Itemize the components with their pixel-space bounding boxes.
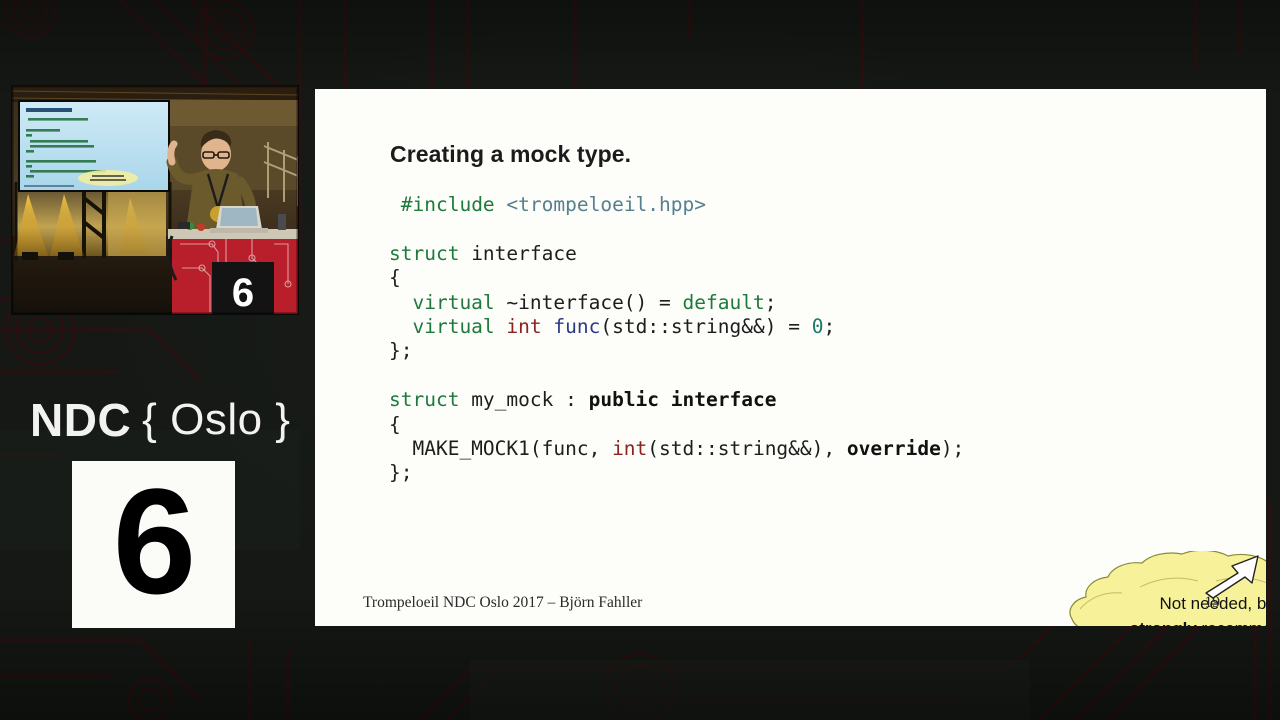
footer-credit: Trompeloeil NDC Oslo 2017 – Björn Fahlle… — [363, 594, 643, 611]
code-token: }; — [389, 339, 413, 363]
conference-stage-photo[interactable]: 6 — [12, 86, 298, 314]
code-token: ~interface() = — [494, 290, 683, 314]
code-block: #include <trompeloeil.hpp> struct interf… — [389, 193, 964, 486]
code-token: { — [389, 266, 401, 290]
cloud-callout: Not needed, but strongly recommended — [1020, 551, 1266, 626]
code-token: }; — [389, 461, 413, 485]
track-number-tile: 6 — [72, 461, 235, 628]
code-token: struct — [389, 388, 460, 412]
screenshot-root: 6 NDC { Oslo } 6 Creating a mock type. #… — [0, 0, 1280, 720]
code-token: int — [612, 436, 648, 460]
code-token: override — [846, 436, 941, 460]
code-token: virtual — [412, 290, 495, 314]
callout-emphasis: strongly — [1130, 619, 1197, 626]
code-token: func — [553, 314, 601, 338]
slide-title: Creating a mock type. — [390, 141, 632, 167]
code-token: default — [682, 290, 765, 314]
code-token: ; — [823, 314, 836, 338]
code-line: struct interface — [389, 242, 964, 266]
callout-line-2: strongly recommended — [1020, 616, 1266, 626]
code-token: public interface — [588, 388, 777, 412]
code-token: (std::string&&) = — [600, 314, 812, 338]
code-token: my_mock : — [459, 388, 589, 412]
slide-footer: Trompeloeil NDC Oslo 2017 – Björn Fahlle… — [363, 594, 1220, 612]
code-token: struct — [389, 241, 460, 265]
track-number: 6 — [112, 456, 196, 625]
ndc-logo-light: { Oslo } — [142, 395, 291, 444]
code-token: 0 — [811, 314, 824, 338]
code-token: ); — [940, 436, 965, 460]
code-line: }; — [389, 339, 964, 363]
code-line: virtual ~interface() = default; — [389, 291, 964, 315]
code-token: virtual — [412, 314, 495, 338]
ndc-oslo-logo: NDC { Oslo } — [30, 392, 290, 448]
code-line: }; — [389, 461, 964, 485]
ndc-logo-bold: NDC — [30, 394, 132, 446]
code-token: (std::string&&), — [647, 436, 847, 460]
code-line: struct my_mock : public interface — [389, 388, 964, 412]
code-token: MAKE_MOCK1(func, — [389, 436, 613, 460]
callout-line-2-rest: recommended — [1197, 619, 1266, 626]
presentation-slide: Creating a mock type. #include <trompelo… — [315, 89, 1266, 626]
code-line: { — [389, 266, 964, 290]
code-line: { — [389, 413, 964, 437]
code-token: interface — [459, 241, 577, 265]
code-token: { — [389, 412, 401, 436]
code-line: MAKE_MOCK1(func, int(std::string&&), ove… — [389, 437, 964, 461]
code-token: <trompeloeil.hpp> — [506, 193, 707, 216]
code-line: virtual int func(std::string&&) = 0; — [389, 315, 964, 339]
footer-page-number: 19 — [1204, 594, 1221, 611]
code-line: #include <trompeloeil.hpp> — [389, 193, 964, 217]
code-token: #include — [400, 193, 507, 216]
svg-text:6: 6 — [232, 271, 254, 314]
code-token: ; — [764, 290, 777, 314]
code-token: int — [506, 314, 542, 338]
